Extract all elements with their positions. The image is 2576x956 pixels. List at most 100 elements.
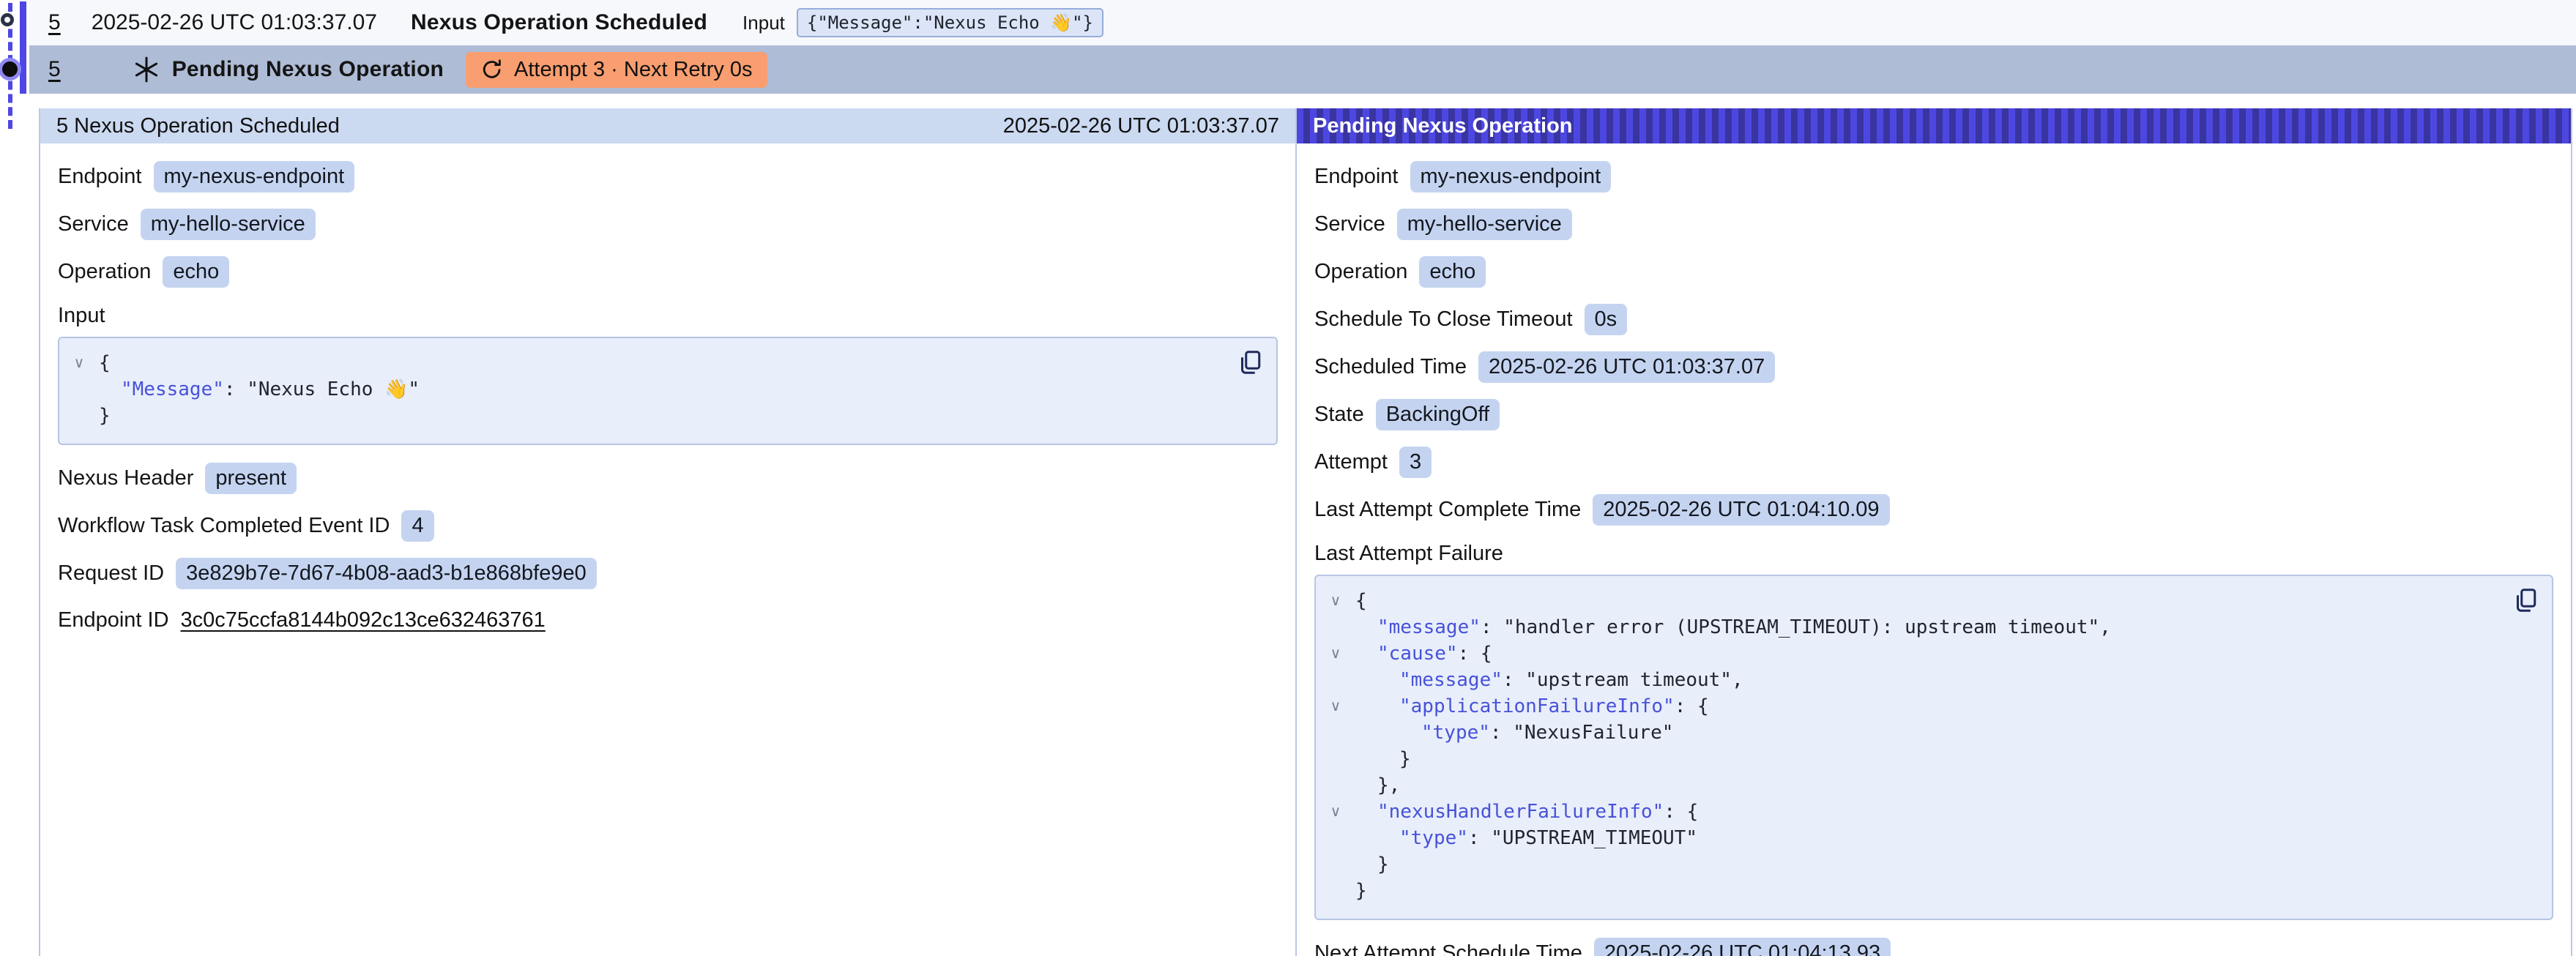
json-key: "type" xyxy=(1421,722,1490,744)
field-label: State xyxy=(1314,403,1364,427)
field-value-badge: 4 xyxy=(401,510,433,542)
json-line: ∨{ xyxy=(1316,588,2501,614)
json-line: ∨"applicationFailureInfo": { xyxy=(1316,693,2501,720)
copy-button[interactable] xyxy=(1237,348,1265,376)
event-title: Nexus Operation Scheduled xyxy=(411,10,707,35)
field-row: Nexus Headerpresent xyxy=(58,463,1278,494)
json-content: } xyxy=(1355,878,1367,904)
json-text: } xyxy=(99,405,111,427)
json-text: : { xyxy=(1664,801,1698,823)
json-text: : "UPSTREAM_TIMEOUT" xyxy=(1468,827,1697,849)
field-value-badge: my-hello-service xyxy=(1397,209,1572,240)
field-row: StateBackingOff xyxy=(1314,399,2553,430)
json-text: : "upstream timeout", xyxy=(1503,669,1743,691)
panel-timestamp: 2025-02-26 UTC 01:03:37.07 xyxy=(1003,114,1279,138)
field-label: Service xyxy=(58,212,129,236)
panel-body: Endpointmy-nexus-endpoint Service my-hello… xyxy=(1297,143,2571,956)
event-detail-panel-pending: Pending Nexus Operation Endpointmy-nexus… xyxy=(1297,108,2572,956)
field-row: Service my-hello-service xyxy=(1314,209,2553,240)
json-content: "type": "UPSTREAM_TIMEOUT" xyxy=(1355,825,1697,851)
chevron-down-icon[interactable]: ∨ xyxy=(1316,693,1355,720)
json-key: "cause" xyxy=(1377,643,1458,665)
copy-icon xyxy=(2512,587,2539,613)
event-id-link[interactable]: 5 xyxy=(48,10,61,35)
json-text: : { xyxy=(1458,643,1492,665)
json-content: } xyxy=(1355,746,1411,772)
chevron-down-icon[interactable]: ∨ xyxy=(59,350,99,376)
json-text: } xyxy=(1377,854,1389,875)
panel-title: Pending Nexus Operation xyxy=(1313,114,1573,138)
json-text: } xyxy=(1399,748,1411,770)
field-row: Schedule To Close Timeout0s xyxy=(1314,304,2553,335)
event-row-pending[interactable]: 5 Pending Nexus Operation Attempt 3 · Ne… xyxy=(29,45,2576,94)
chevron-down-icon[interactable]: ∨ xyxy=(1316,588,1355,614)
event-id-link[interactable]: 5 xyxy=(48,57,61,82)
json-text: }, xyxy=(1377,774,1400,796)
event-title: Pending Nexus Operation xyxy=(172,57,444,82)
json-key: "Message" xyxy=(121,378,224,400)
json-key: "message" xyxy=(1377,616,1481,638)
field-value-badge: 2025-02-26 UTC 01:04:13.93 xyxy=(1594,938,1891,956)
field-label: Operation xyxy=(58,260,151,284)
failure-json-block: ∨{"message": "handler error (UPSTREAM_TI… xyxy=(1314,575,2553,920)
json-text: } xyxy=(1355,880,1367,902)
json-text: { xyxy=(99,352,111,374)
json-content: "message": "handler error (UPSTREAM_TIME… xyxy=(1355,614,2111,641)
event-row-scheduled[interactable]: 5 2025-02-26 UTC 01:03:37.07 Nexus Opera… xyxy=(29,0,2576,45)
field-value-badge: present xyxy=(205,463,297,494)
field-label: Operation xyxy=(1314,260,1407,284)
field-row: Last Attempt Complete Time2025-02-26 UTC… xyxy=(1314,494,2553,526)
field-label: Next Attempt Schedule Time xyxy=(1314,941,1582,956)
field-label: Endpoint ID xyxy=(58,608,169,632)
json-content: { xyxy=(99,350,111,376)
asterisk-icon xyxy=(133,55,162,84)
field-value-badge: echo xyxy=(163,256,229,288)
json-key: "nexusHandlerFailureInfo" xyxy=(1377,801,1664,823)
field-row: Endpointmy-nexus-endpoint xyxy=(1314,161,2553,193)
field-label: Scheduled Time xyxy=(1314,355,1467,379)
field-label: Endpoint xyxy=(58,165,142,189)
field-value-link[interactable]: 3c0c75ccfa8144b092c13ce632463761 xyxy=(181,608,546,632)
field-label: Schedule To Close Timeout xyxy=(1314,307,1573,332)
failure-section-label: Last Attempt Failure xyxy=(1314,542,2553,566)
json-content: "Message": "Nexus Echo 👋" xyxy=(99,376,420,403)
json-line: ∨"nexusHandlerFailureInfo": { xyxy=(1316,799,2501,825)
field-row: Operation echo xyxy=(58,256,1278,288)
field-value-badge: my-nexus-endpoint xyxy=(1410,161,1612,193)
field-label: Request ID xyxy=(58,561,164,586)
json-text: { xyxy=(1355,590,1367,612)
field-label: Service xyxy=(1314,212,1385,236)
json-line: } xyxy=(59,403,1225,429)
copy-button[interactable] xyxy=(2512,586,2540,614)
event-history-view: 5 2025-02-26 UTC 01:03:37.07 Nexus Opera… xyxy=(0,0,2576,956)
json-content: } xyxy=(99,403,111,429)
input-json-block: ∨{"Message": "Nexus Echo 👋"} xyxy=(58,337,1278,445)
chevron-down-icon[interactable]: ∨ xyxy=(1316,799,1355,825)
json-content: }, xyxy=(1355,772,1400,799)
field-row: Attempt3 xyxy=(1314,447,2553,478)
json-line: } xyxy=(1316,878,2501,904)
json-line: "message": "handler error (UPSTREAM_TIME… xyxy=(1316,614,2501,641)
json-content: "nexusHandlerFailureInfo": { xyxy=(1355,799,1698,825)
json-content: "applicationFailureInfo": { xyxy=(1355,693,1709,720)
chevron-down-icon[interactable]: ∨ xyxy=(1316,641,1355,667)
field-row: Endpointmy-nexus-endpoint xyxy=(58,161,1278,193)
json-content: "message": "upstream timeout", xyxy=(1355,667,1743,693)
json-key: "message" xyxy=(1399,669,1503,691)
input-preview-badge: {"Message":"Nexus Echo 👋"} xyxy=(797,8,1103,37)
event-detail-panels: 5 Nexus Operation Scheduled 2025-02-26 U… xyxy=(39,108,2572,956)
input-section-label: Input xyxy=(58,304,1278,328)
retry-badge: Attempt 3 · Next Retry 0s xyxy=(466,52,767,88)
panel-header-pending: Pending Nexus Operation xyxy=(1297,108,2571,143)
json-line: "message": "upstream timeout", xyxy=(1316,667,2501,693)
json-content: "cause": { xyxy=(1355,641,1492,667)
field-label: Workflow Task Completed Event ID xyxy=(58,514,390,538)
retry-badge-text: Attempt 3 · Next Retry 0s xyxy=(514,58,753,82)
field-value-badge: my-hello-service xyxy=(141,209,316,240)
event-timestamp: 2025-02-26 UTC 01:03:37.07 xyxy=(92,10,377,35)
field-row: Operationecho xyxy=(1314,256,2553,288)
json-text: : "NexusFailure" xyxy=(1490,722,1673,744)
copy-icon xyxy=(1237,349,1263,376)
json-text: : "handler error (UPSTREAM_TIMEOUT): ups… xyxy=(1481,616,2111,638)
active-event-group-indicator xyxy=(20,1,26,94)
